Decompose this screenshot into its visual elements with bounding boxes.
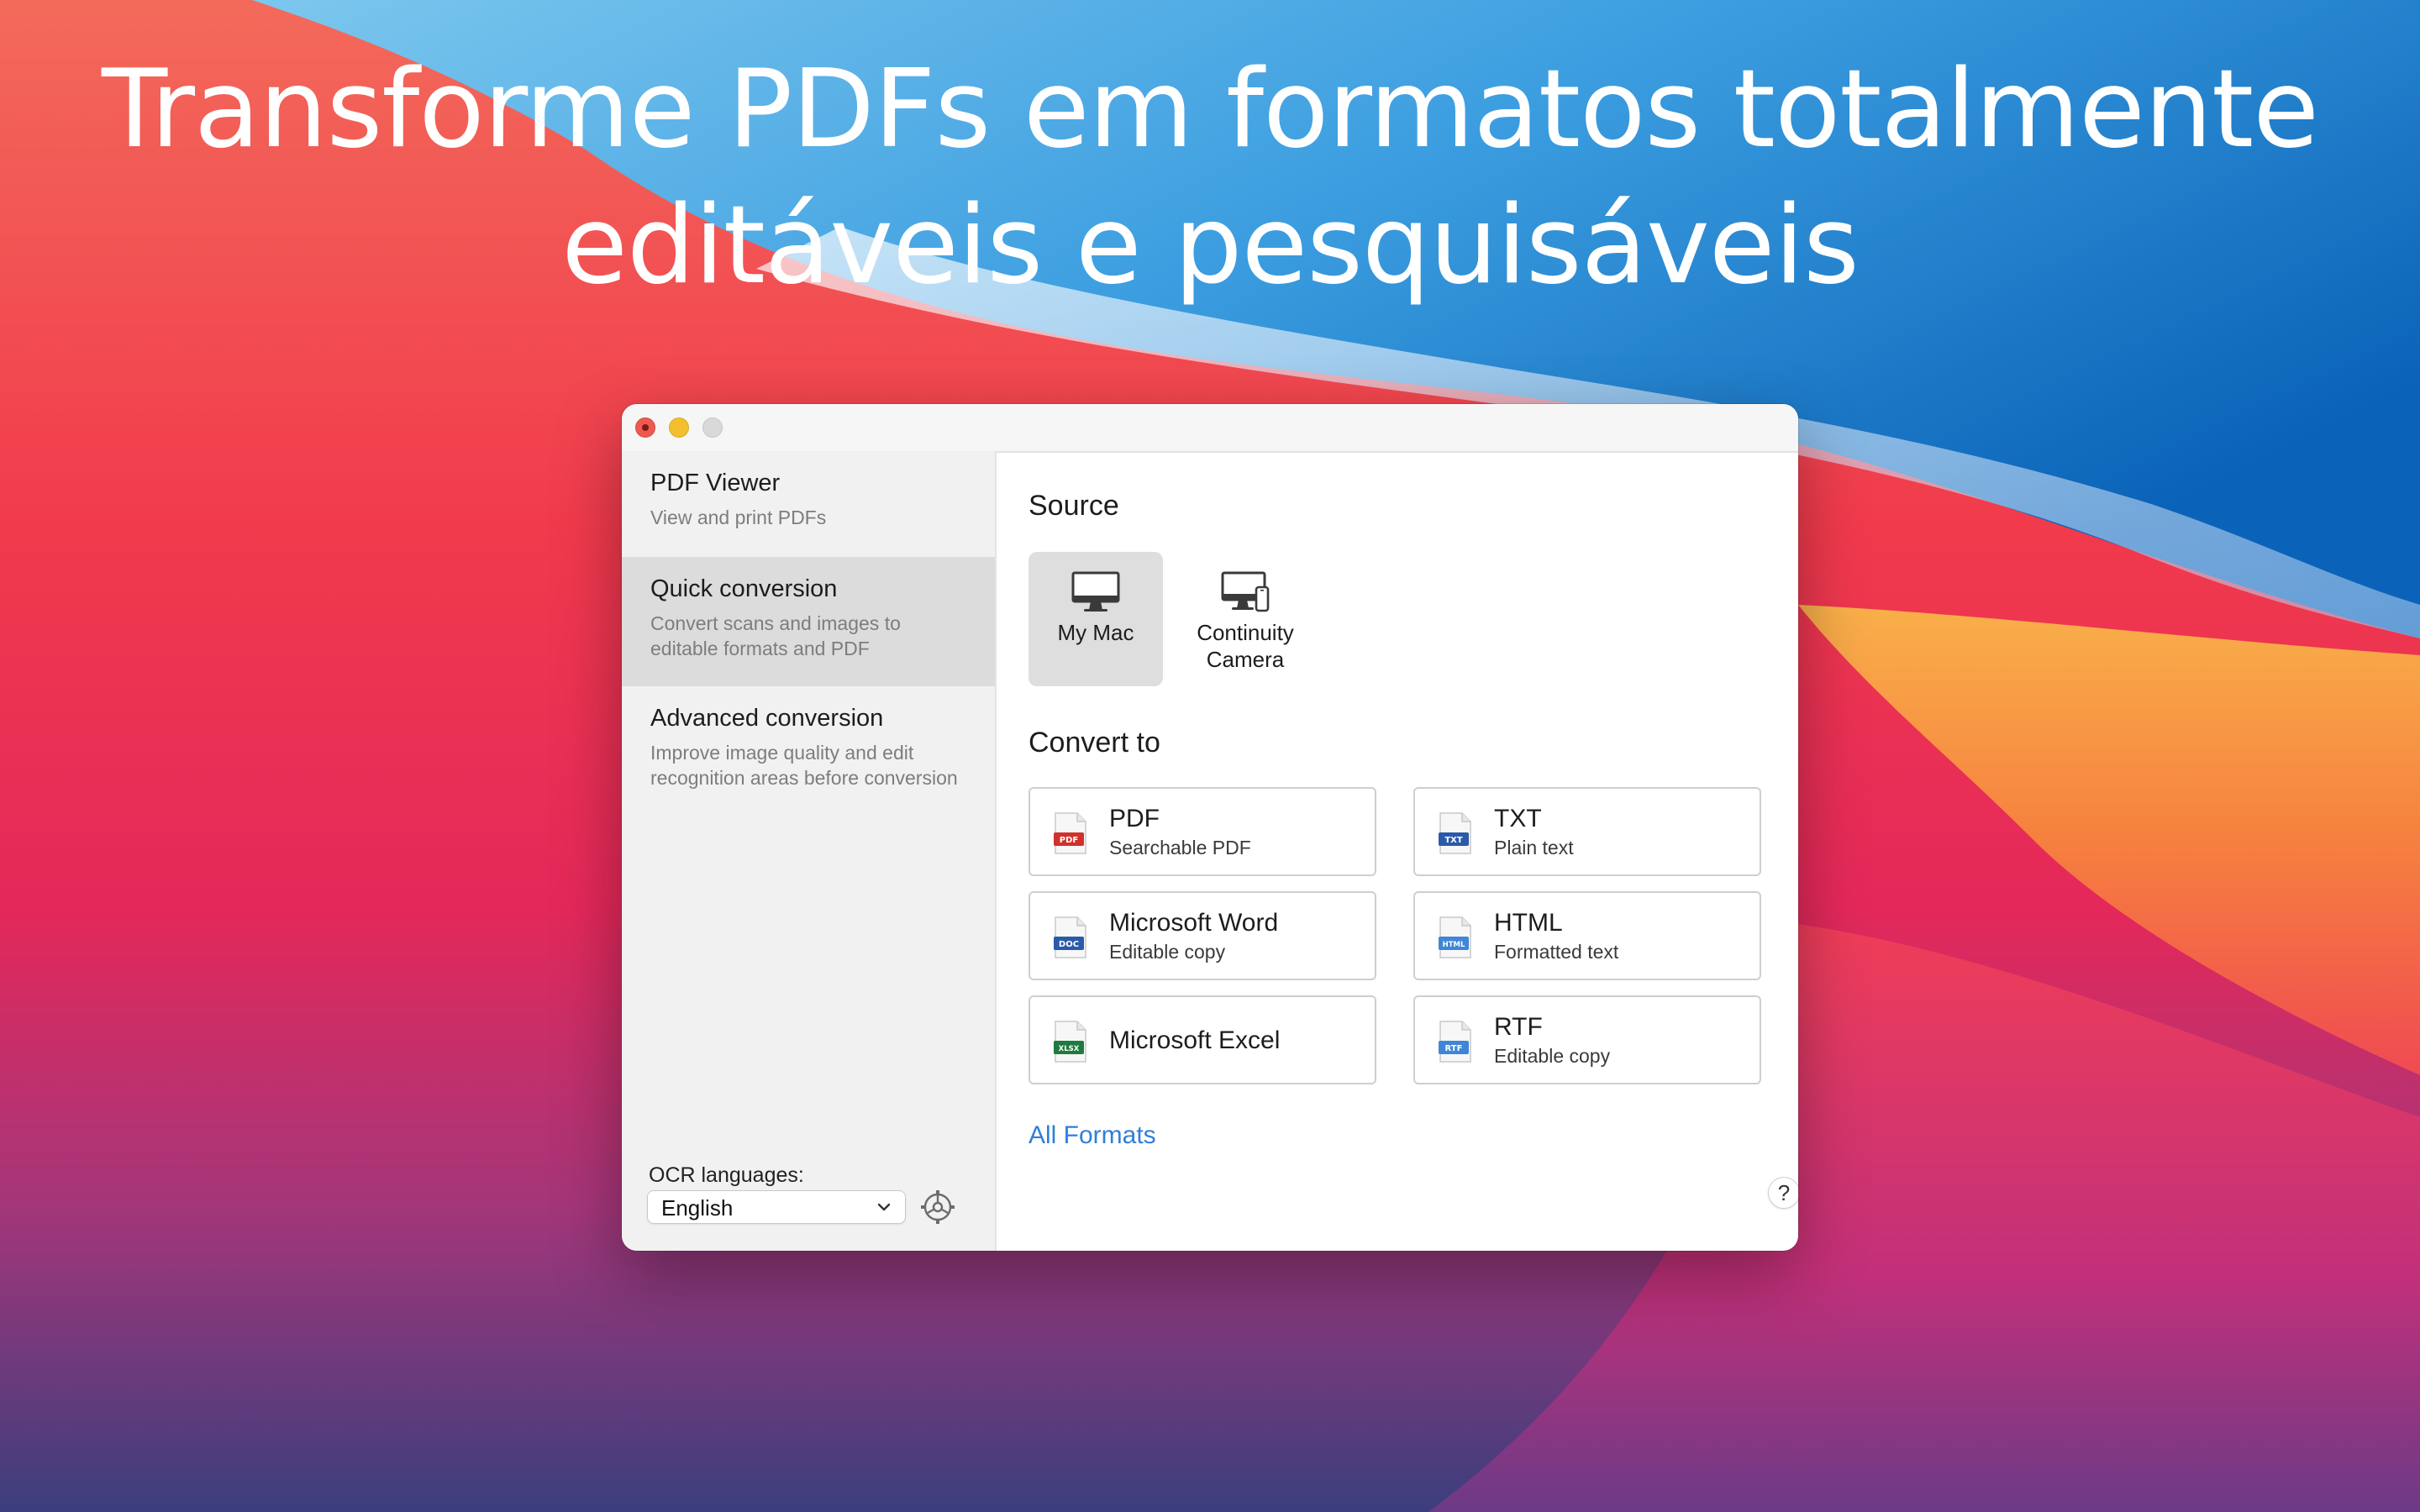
- sidebar-item-description: View and print PDFs: [650, 507, 827, 528]
- sidebar-item-title: PDF Viewer: [650, 470, 781, 496]
- monitor-icon: [1071, 571, 1120, 612]
- format-subtitle: Searchable PDF: [1109, 837, 1251, 858]
- headline-line-1: Transforme PDFs em formatos totalmente: [102, 47, 2319, 172]
- format-title: RTF: [1494, 1013, 1543, 1041]
- format-badge: XLSX: [1059, 1045, 1080, 1053]
- app-window: PDF Viewer View and print PDFs Quick con…: [622, 404, 1798, 1251]
- pdf-file-icon: PDF: [1054, 812, 1086, 854]
- ocr-language-value: English: [661, 1195, 734, 1221]
- headline-line-2: editáveis e pesquisáveis: [561, 183, 1860, 308]
- sidebar-item-title: Quick conversion: [650, 575, 838, 602]
- txt-file-icon: TXT: [1439, 812, 1471, 854]
- main-panel: Source My Mac Continuity Camera Convert …: [997, 451, 1798, 1251]
- source-heading: Source: [1028, 490, 1119, 522]
- zoom-window-button[interactable]: [702, 417, 723, 438]
- format-badge: HTML: [1443, 941, 1465, 949]
- sidebar: PDF Viewer View and print PDFs Quick con…: [622, 451, 997, 1251]
- source-my-mac[interactable]: My Mac: [1028, 552, 1163, 686]
- format-word-button[interactable]: DOC Microsoft Word Editable copy: [1028, 891, 1376, 980]
- ocr-language-select[interactable]: English: [647, 1190, 906, 1224]
- sidebar-item-quick-conversion[interactable]: Quick conversion Convert scans and image…: [622, 557, 995, 686]
- format-title: PDF: [1109, 805, 1160, 832]
- format-badge: RTF: [1445, 1044, 1463, 1053]
- format-subtitle: Plain text: [1494, 837, 1574, 858]
- format-title: Microsoft Excel: [1109, 1026, 1281, 1054]
- xlsx-file-icon: XLSX: [1054, 1021, 1086, 1063]
- ocr-languages-label: OCR languages:: [649, 1163, 804, 1187]
- convert-to-heading: Convert to: [1028, 727, 1160, 759]
- chevron-down-icon: [877, 1203, 891, 1211]
- doc-file-icon: DOC: [1054, 916, 1086, 958]
- minimize-window-button[interactable]: [669, 417, 689, 438]
- sidebar-item-advanced-conversion[interactable]: Advanced conversion Improve image qualit…: [622, 703, 995, 854]
- format-pdf-button[interactable]: PDF PDF Searchable PDF: [1028, 787, 1376, 876]
- format-badge: DOC: [1059, 940, 1079, 949]
- format-subtitle: Editable copy: [1109, 941, 1226, 963]
- format-subtitle: Formatted text: [1494, 941, 1619, 963]
- continuity-camera-icon: [1221, 571, 1270, 612]
- title-bar[interactable]: [622, 404, 1798, 453]
- format-rtf-button[interactable]: RTF RTF Editable copy: [1413, 995, 1761, 1084]
- headline: Transforme PDFs em formatos totalmente e…: [0, 42, 2420, 314]
- source-label: Continuity Camera: [1197, 620, 1294, 672]
- format-html-button[interactable]: HTML HTML Formatted text: [1413, 891, 1761, 980]
- format-txt-button[interactable]: TXT TXT Plain text: [1413, 787, 1761, 876]
- html-file-icon: HTML: [1439, 916, 1471, 958]
- help-button[interactable]: ?: [1768, 1177, 1798, 1209]
- rtf-file-icon: RTF: [1439, 1021, 1471, 1063]
- sidebar-item-description: Convert scans and images to editable for…: [650, 612, 901, 659]
- format-title: Microsoft Word: [1109, 909, 1279, 937]
- source-label: My Mac: [1057, 620, 1134, 645]
- sidebar-item-pdf-viewer[interactable]: PDF Viewer View and print PDFs: [622, 468, 995, 565]
- sidebar-item-title: Advanced conversion: [650, 705, 884, 732]
- source-continuity-camera[interactable]: Continuity Camera: [1178, 552, 1313, 686]
- format-excel-button[interactable]: XLSX Microsoft Excel: [1028, 995, 1376, 1084]
- all-formats-link[interactable]: All Formats: [1028, 1121, 1156, 1150]
- format-badge: TXT: [1444, 836, 1463, 845]
- format-title: HTML: [1494, 909, 1563, 937]
- format-badge: PDF: [1060, 836, 1078, 845]
- format-subtitle: Editable copy: [1494, 1045, 1611, 1067]
- format-title: TXT: [1494, 805, 1542, 832]
- ocr-settings-gear-icon[interactable]: [919, 1189, 956, 1226]
- close-window-button[interactable]: [635, 417, 655, 438]
- sidebar-item-description: Improve image quality and edit recogniti…: [650, 742, 958, 789]
